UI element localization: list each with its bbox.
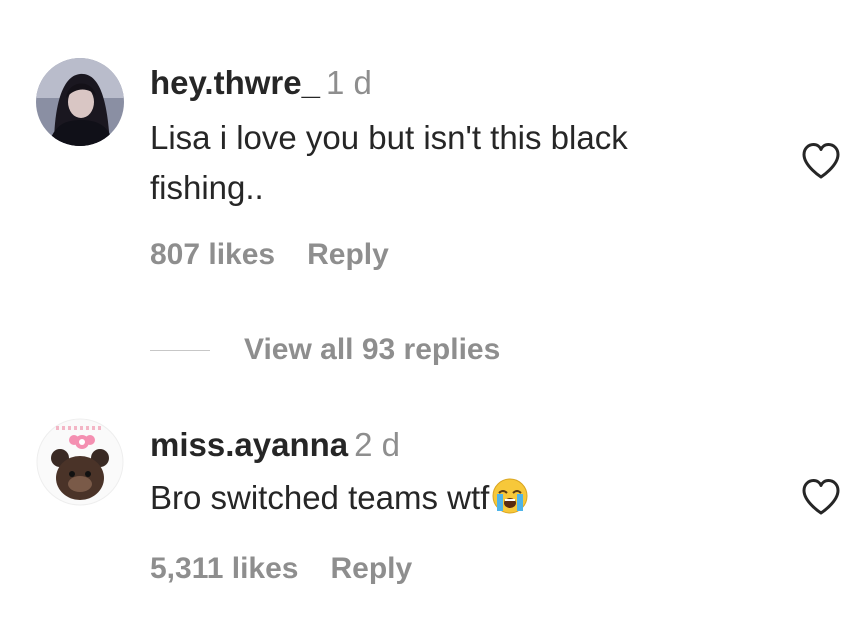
comment-header: miss.ayanna 2 d — [150, 425, 750, 465]
user-avatar-icon — [36, 418, 124, 506]
timestamp: 2 d — [354, 426, 400, 463]
comment-actions: 807 likes Reply — [150, 238, 389, 272]
user-avatar-icon — [36, 58, 124, 146]
loudly-crying-face-emoji — [492, 478, 528, 514]
comment-text-line: Lisa i love you but isn't this black — [150, 119, 628, 156]
avatar[interactable] — [36, 418, 124, 506]
username[interactable]: hey.thwre_ — [150, 64, 320, 101]
username[interactable]: miss.ayanna — [150, 426, 348, 463]
reply-button[interactable]: Reply — [307, 238, 389, 271]
comment-actions: 5,311 likes Reply — [150, 552, 412, 586]
like-count[interactable]: 5,311 likes — [150, 552, 298, 585]
comment-text-line: fishing.. — [150, 169, 264, 206]
comment-text-line: Bro switched teams wtf — [150, 479, 490, 516]
avatar[interactable] — [36, 58, 124, 146]
like-count[interactable]: 807 likes — [150, 238, 275, 271]
comment-text: Lisa i love you but isn't this black fis… — [150, 113, 750, 213]
timestamp: 1 d — [325, 64, 372, 101]
heart-outline-icon[interactable] — [800, 141, 842, 181]
reply-button[interactable]: Reply — [330, 552, 412, 585]
view-replies-button[interactable]: View all 93 replies — [150, 330, 500, 370]
heart-outline-icon[interactable] — [800, 477, 842, 517]
comment-text: Bro switched teams wtf — [150, 473, 750, 523]
divider-line — [150, 349, 210, 351]
comment-header: hey.thwre_ 1 d — [150, 63, 750, 103]
view-replies-label: View all 93 replies — [244, 333, 501, 366]
